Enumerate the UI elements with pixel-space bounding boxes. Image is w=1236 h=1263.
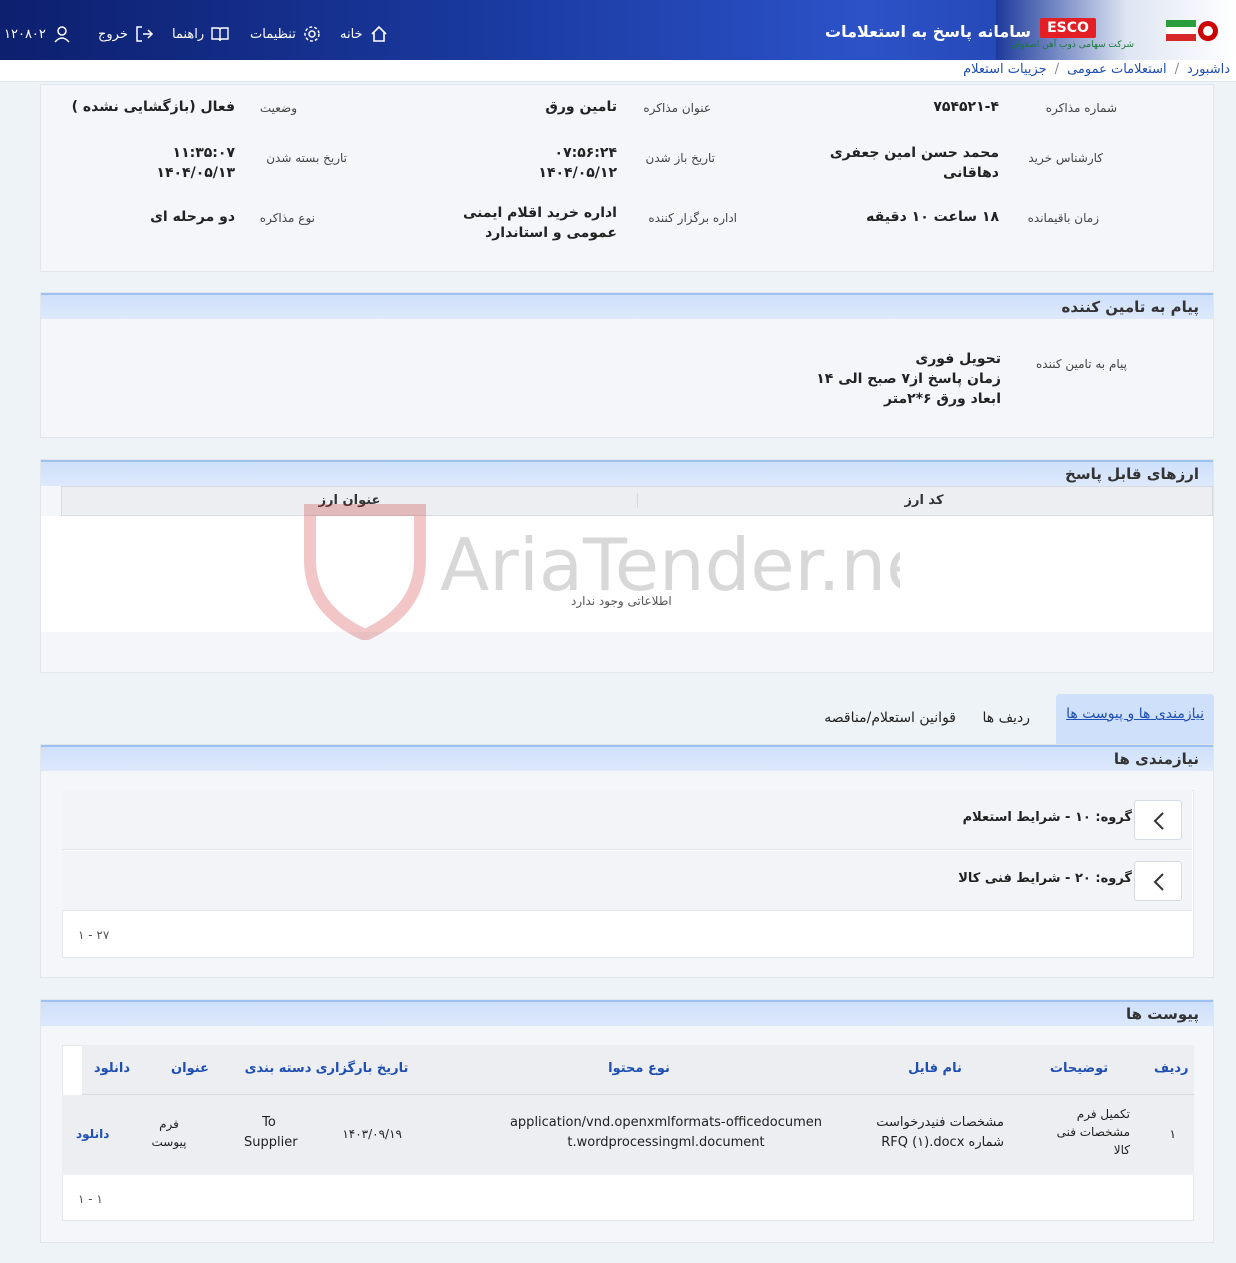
- supplier-message-heading: پیام به تامین کننده: [41, 293, 1213, 319]
- group-row[interactable]: گروه: ۲۰ - شرایط فنی کالا: [62, 851, 1192, 911]
- tab-rows[interactable]: ردیف ها: [983, 710, 1030, 726]
- col-title[interactable]: عنوان: [144, 1061, 236, 1076]
- breadcrumb: داشبورد/استعلامات عمومی/جزییات استعلام: [0, 60, 1236, 82]
- tab-rules[interactable]: قوانین استعلام/مناقصه: [824, 710, 956, 726]
- nav-logout[interactable]: خروج: [98, 24, 154, 44]
- group-label: گروه: ۱۰ - شرایط استعلام: [962, 810, 1132, 825]
- gear-icon: [304, 26, 320, 42]
- watermark: AriaTender.neT: [300, 500, 975, 644]
- title-label: عنوان مذاکره: [643, 101, 711, 115]
- organizer-label: اداره برگزار کننده: [648, 211, 737, 225]
- user-icon: [54, 26, 70, 43]
- supplier-message-label: پیام به تامین کننده: [1036, 357, 1127, 371]
- col-description[interactable]: توضیحات: [1024, 1061, 1134, 1076]
- nav-settings[interactable]: تنظیمات: [250, 24, 322, 44]
- requirements-heading: نیازمندی ها: [41, 745, 1213, 771]
- col-content-type[interactable]: نوع محتوا: [434, 1061, 844, 1076]
- supplier-message-card: پیام به تامین کننده پیام به تامین کننده …: [40, 292, 1214, 438]
- nav-guide[interactable]: راهنما: [172, 24, 230, 44]
- negotiation-no-label: شماره مذاکره: [1045, 101, 1117, 115]
- col-row[interactable]: ردیف: [1154, 1061, 1189, 1076]
- breadcrumb-public-inquiries[interactable]: استعلامات عمومی: [1067, 62, 1167, 77]
- table-row: ۱ تکمیل فرم مشخصات فنی کالا مشخصات فنیدر…: [62, 1095, 1194, 1175]
- brand-subtitle: شرکت سهامی ذوب آهن اصفهان: [1011, 40, 1134, 50]
- nav-home[interactable]: خانه: [340, 24, 389, 44]
- cell-title: فرم پیوست: [151, 1117, 187, 1149]
- close-time: ۱۱:۳۵:۰۷: [172, 145, 235, 161]
- watermark-text: AriaTender.neT: [440, 523, 900, 607]
- app-title: سامانه پاسخ به استعلامات: [825, 22, 1031, 41]
- message-line-1: تحویل فوری: [915, 351, 1001, 367]
- requirements-pager: ۱ - ۲۷: [78, 928, 110, 942]
- organizer-value: اداره خرید اقلام ایمنی عمومی و استاندارد: [462, 205, 617, 241]
- message-line-2: زمان پاسخ از۷ صبح الی ۱۴: [816, 371, 1001, 387]
- type-label: نوع مذاکره: [259, 211, 315, 225]
- nav-guide-label: راهنما: [172, 26, 205, 42]
- top-header: ESCO شرکت سهامی ذوب آهن اصفهان سامانه پا…: [0, 0, 1236, 60]
- chevron-left-icon: [1153, 812, 1164, 830]
- cell-description: تکمیل فرم مشخصات فنی کالا: [1056, 1107, 1130, 1157]
- col-file-name[interactable]: نام فایل: [852, 1061, 1018, 1076]
- group-row[interactable]: گروه: ۱۰ - شرایط استعلام: [62, 790, 1192, 850]
- buyer-value: محمد حسن امین جعفری دهاقانی: [829, 145, 999, 181]
- details-card: شماره مذاکره ۷۵۴۵۲۱-۴ عنوان مذاکره تامین…: [40, 84, 1214, 272]
- user-id: ۱۲۰۸۰۲: [4, 26, 46, 42]
- buyer-label: کارشناس خرید: [1028, 151, 1103, 165]
- status-label: وضعیت: [259, 101, 297, 115]
- attachments-pager: ۱ - ۱: [78, 1192, 103, 1206]
- breadcrumb-inquiry-details[interactable]: جزییات استعلام: [963, 62, 1047, 77]
- chevron-left-icon: [1153, 873, 1164, 891]
- nav-home-label: خانه: [340, 26, 363, 42]
- download-link[interactable]: دانلود: [76, 1127, 109, 1141]
- cell-category: To Supplier: [244, 1115, 298, 1150]
- open-date: ۱۴۰۴/۰۵/۱۲: [538, 165, 617, 181]
- expand-button[interactable]: [1134, 861, 1182, 901]
- brand-logo: ESCO: [1040, 18, 1096, 38]
- close-date-label: تاریخ بسته شدن: [266, 151, 347, 165]
- cell-upload-date: ۱۴۰۳/۰۹/۱۹: [342, 1127, 402, 1141]
- cell-file-name: مشخصات فنیدرخواست شماره RFQ (۱).docx: [876, 1115, 1004, 1150]
- expand-button[interactable]: [1134, 800, 1182, 840]
- nav-settings-label: تنظیمات: [250, 26, 296, 42]
- home-icon: [371, 25, 387, 42]
- open-date-label: تاریخ باز شدن: [645, 151, 715, 165]
- status-value: فعال (بازگشایی نشده ): [71, 99, 235, 115]
- breadcrumb-dashboard[interactable]: داشبورد: [1187, 62, 1230, 77]
- open-time: ۰۷:۵۶:۲۴: [554, 145, 617, 161]
- remaining-value: ۱۸ ساعت ۱۰ دقیقه: [866, 209, 999, 225]
- type-value: دو مرحله ای: [150, 209, 235, 225]
- group-label: گروه: ۲۰ - شرایط فنی کالا: [958, 871, 1132, 886]
- negotiation-no: ۷۵۴۵۲۱-۴: [933, 99, 999, 115]
- logout-icon: [136, 26, 153, 42]
- attachments-table-header: ردیف توضیحات نام فایل نوع محتوا تاریخ با…: [82, 1045, 1194, 1095]
- remaining-label: زمان باقیمانده: [1027, 211, 1099, 225]
- tab-requirements-attachments[interactable]: نیازمندی ها و پیوست ها: [1056, 694, 1214, 744]
- message-line-3: ابعاد ورق ۶*۲متر: [884, 391, 1001, 407]
- close-date: ۱۴۰۴/۰۵/۱۳: [156, 165, 235, 181]
- company-logo-icon: [1166, 20, 1218, 41]
- col-upload-date[interactable]: تاریخ بارگزاری: [306, 1061, 418, 1076]
- user-menu[interactable]: ۱۲۰۸۰۲: [4, 24, 72, 44]
- col-download[interactable]: دانلود: [82, 1061, 142, 1076]
- negotiation-title: تامین ورق: [545, 99, 617, 115]
- col-category[interactable]: دسته بندی: [238, 1061, 318, 1076]
- cell-content-type: application/vnd.openxmlformats-officedoc…: [509, 1115, 823, 1150]
- attachments-heading: پیوست ها: [41, 1000, 1213, 1026]
- book-icon: [211, 27, 229, 42]
- cell-row: ۱: [1169, 1127, 1176, 1141]
- currencies-heading: ارزهای قابل پاسخ: [41, 460, 1213, 486]
- nav-logout-label: خروج: [98, 26, 128, 42]
